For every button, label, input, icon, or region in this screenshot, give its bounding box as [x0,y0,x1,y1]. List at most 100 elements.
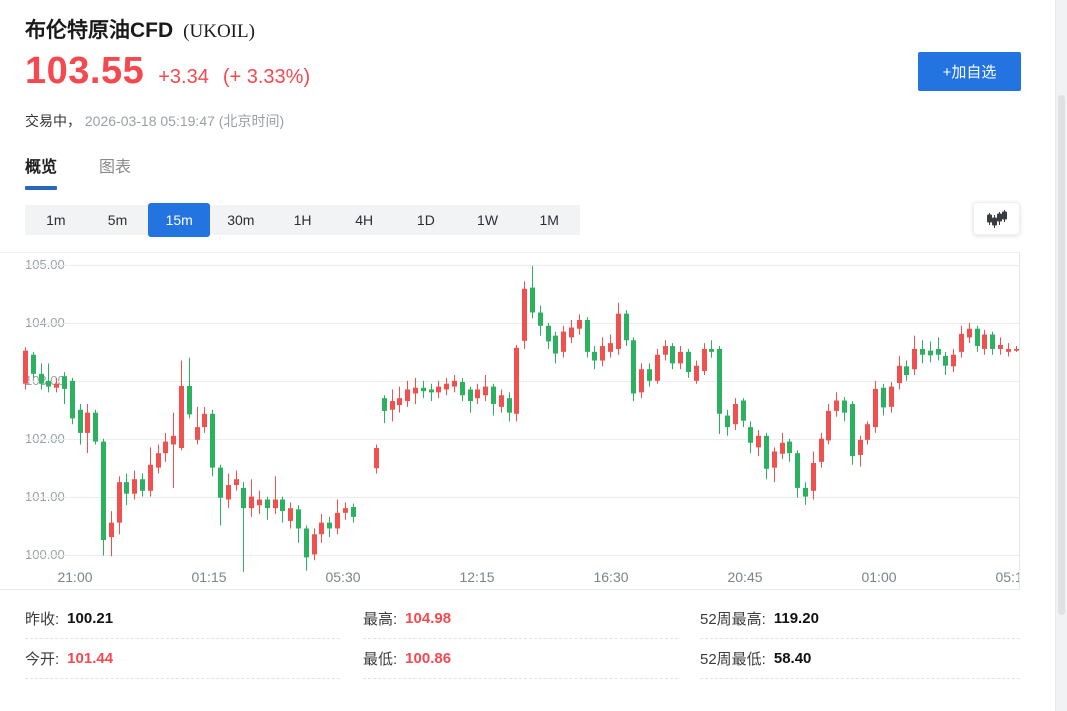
chart-style-button[interactable] [973,202,1020,235]
candle [195,407,200,445]
interval-button-1W[interactable]: 1W [457,205,519,235]
price-change: +3.34 [158,66,209,89]
candle [990,332,995,355]
candle [647,363,652,386]
candle [748,421,753,453]
interval-button-1D[interactable]: 1D [395,205,457,235]
candle [834,392,839,416]
candle [865,421,870,444]
interval-button-4H[interactable]: 4H [333,205,395,235]
stat-value: 100.21 [67,610,113,627]
candle [639,363,644,398]
candle [390,389,395,421]
candle [46,363,51,392]
candle [780,433,785,459]
tab-图表[interactable]: 图表 [99,153,131,190]
candle [756,430,761,456]
candle [109,511,114,556]
interval-button-30m[interactable]: 30m [210,205,272,235]
stat-label: 最高: [363,608,397,629]
candle [85,404,90,453]
candle [873,381,878,433]
last-price: 103.55 [25,50,144,93]
stats-column: 最高:104.98最低:100.86 [363,599,678,679]
candle [452,375,457,392]
x-axis-label: 01:00 [861,569,896,585]
candlestick-chart[interactable]: 105.00104.00103.00102.00101.00100.0021:0… [0,252,1020,590]
candle [124,473,129,505]
candle [858,436,863,467]
tab-bar: 概览 图表 [25,153,131,190]
price-change-percent: (+ 3.33%) [223,66,310,89]
candle [202,407,207,433]
candle [382,395,387,423]
candle [943,352,948,375]
candle [663,340,668,360]
stat-value: 58.40 [774,650,812,667]
candle [335,499,340,534]
add-watchlist-button[interactable]: +加自选 [918,52,1021,91]
candle [608,334,613,357]
candle [405,381,410,407]
candle [655,349,660,384]
interval-button-15m[interactable]: 15m [148,203,210,237]
candle [826,404,831,445]
candle [959,326,964,358]
candle [850,401,855,465]
candle [179,361,184,451]
timezone-note: (北京时间) [219,113,284,129]
candle [475,384,480,404]
candle [811,451,816,499]
stat-value: 100.86 [405,650,451,667]
candle [187,358,192,419]
candle [592,346,597,369]
candle [842,397,847,421]
stat-row: 昨收: 100.21 [25,599,340,639]
candle [483,375,488,401]
candle [764,433,769,479]
candle [163,433,168,462]
interval-button-1m[interactable]: 1m [25,205,87,235]
candle [803,482,808,505]
candle [351,504,356,523]
candle [319,514,324,543]
page-title: 布伦特原油CFD (UKOIL) [25,14,255,44]
x-axis-label: 05:30 [325,569,360,585]
candle [522,281,527,349]
interval-button-1M[interactable]: 1M [518,205,580,235]
stats-column: 52周最高:119.2052周最低:58.40 [700,599,1020,679]
candle [249,479,254,517]
candle [904,361,909,381]
candle [694,361,699,384]
stat-row: 最高:104.98 [363,599,678,639]
candle [210,410,215,477]
candle [530,266,535,318]
candle [343,502,348,519]
candle [951,349,956,372]
stat-label: 昨收: [25,608,59,629]
candle [686,349,691,378]
interval-button-5m[interactable]: 5m [87,205,149,235]
candle [140,473,145,496]
candle [787,439,792,462]
candle [257,491,262,514]
candle [218,465,223,526]
trading-status-row: 交易中， 2026-03-18 05:19:47 (北京时间) [25,111,284,131]
x-axis-label: 12:15 [459,569,494,585]
tab-概览[interactable]: 概览 [25,153,57,190]
x-axis-label: 05:15 [995,569,1020,585]
interval-button-1H[interactable]: 1H [272,205,334,235]
candle [397,387,402,413]
scrollbar[interactable] [1055,0,1067,711]
candle [553,332,558,364]
candle [491,384,496,416]
candle [429,384,434,401]
candle [975,326,980,352]
candle [717,346,722,434]
candle [702,343,707,375]
x-axis-label: 16:30 [593,569,628,585]
candles-layer [0,253,1020,590]
candle [374,444,379,473]
scrollbar-thumb[interactable] [1058,95,1065,615]
candle [156,444,161,473]
